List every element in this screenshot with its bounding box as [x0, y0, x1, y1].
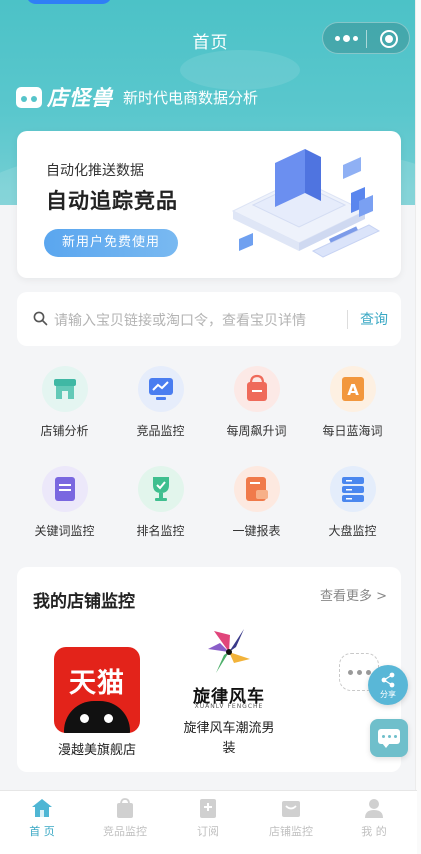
pinwheel-logo: 旋律风车 XUANLV FENGCHE — [184, 625, 274, 711]
bottom-tab-bar: 首 页 竞品监控 订阅 店铺监控 我 的 — [0, 790, 417, 854]
tmall-logo: 天猫 — [54, 647, 140, 733]
subscribe-icon — [200, 799, 216, 818]
banner-title: 自动追踪竞品 — [46, 189, 178, 213]
store-icon — [282, 801, 300, 817]
brand-logo-icon — [16, 84, 42, 110]
feature-label: 排名监控 — [136, 524, 185, 538]
shop-name: 旋律风车潮流男 装 — [183, 721, 275, 756]
tab-home[interactable]: 首 页 — [0, 791, 84, 854]
feature-daily-blue-ocean-words[interactable]: A 每日蓝海词 — [305, 366, 400, 439]
more-icon[interactable] — [335, 35, 358, 42]
share-label: 分享 — [380, 690, 396, 699]
feature-label: 大盘监控 — [328, 524, 377, 538]
chat-icon — [378, 729, 400, 748]
tab-competitor-monitor[interactable]: 竞品监控 — [83, 791, 167, 854]
report-icon — [233, 466, 280, 512]
tab-label: 订阅 — [197, 825, 219, 838]
edge-strip — [415, 0, 421, 854]
shop-icon — [41, 366, 88, 412]
tab-shop-monitor[interactable]: 店铺监控 — [249, 791, 333, 854]
search-input[interactable]: 请输入宝贝链接或淘口令，查看宝贝详情 — [54, 310, 306, 330]
letter-a-icon: A — [329, 366, 376, 412]
feature-label: 每周飙升词 — [226, 424, 287, 438]
promo-banner[interactable]: 自动化推送数据 自动追踪竞品 新用户免费使用 — [17, 131, 401, 278]
tab-label: 首 页 — [29, 825, 55, 838]
server-icon — [329, 466, 376, 512]
monitor-chart-icon — [137, 366, 184, 412]
search-bar[interactable]: 请输入宝贝链接或淘口令，查看宝贝详情 查询 — [17, 292, 401, 346]
bag-icon — [117, 798, 133, 818]
shop-name: 漫越美旗舰店 — [57, 743, 136, 758]
feature-one-click-report[interactable]: 一键报表 — [209, 466, 304, 539]
shopping-bag-icon — [233, 366, 280, 412]
isometric-dashboard-illustration — [231, 149, 381, 258]
feature-shop-analysis[interactable]: 店铺分析 — [17, 366, 112, 439]
svg-text:A: A — [347, 381, 359, 399]
feature-rank-monitor[interactable]: 排名监控 — [113, 466, 208, 539]
tab-label: 店铺监控 — [269, 825, 313, 838]
share-button[interactable]: 分享 — [368, 665, 408, 705]
feature-keyword-monitor[interactable]: 关键词监控 — [17, 466, 112, 539]
feature-market-monitor[interactable]: 大盘监控 — [305, 466, 400, 539]
book-icon — [41, 466, 88, 512]
user-icon — [365, 799, 383, 818]
feature-label: 店铺分析 — [40, 424, 89, 438]
banner-subtitle: 自动化推送数据 — [46, 163, 144, 179]
brand: 店怪兽 新时代电商数据分析 — [16, 82, 258, 112]
feature-competitor-monitor[interactable]: 竞品监控 — [113, 366, 208, 439]
feature-label: 每日蓝海词 — [322, 424, 383, 438]
section-title: 我的店铺监控 — [33, 592, 135, 612]
view-more-link[interactable]: 查看更多 > — [320, 585, 387, 604]
free-trial-button[interactable]: 新用户免费使用 — [44, 229, 178, 257]
feature-label: 一键报表 — [232, 524, 281, 538]
feature-label: 竞品监控 — [136, 424, 185, 438]
close-miniprogram-icon[interactable] — [380, 30, 398, 48]
brand-name: 店怪兽 — [47, 86, 113, 110]
search-icon — [33, 311, 48, 326]
miniprogram-capsule[interactable] — [322, 22, 410, 54]
query-button[interactable]: 查询 — [360, 309, 388, 329]
my-shop-monitor-card: 我的店铺监控 查看更多 > 天猫 漫越美旗舰店 旋律风车 XUANLV FENG… — [17, 567, 401, 772]
shop-item[interactable]: 天猫 漫越美旗舰店 — [47, 647, 147, 761]
status-indicator — [26, 0, 112, 4]
tab-profile[interactable]: 我 的 — [332, 791, 416, 854]
customer-service-button[interactable] — [370, 719, 408, 757]
capsule-divider — [366, 30, 367, 48]
shop-item[interactable]: 旋律风车 XUANLV FENGCHE 旋律风车潮流男 装 — [169, 625, 289, 759]
tab-label: 我 的 — [361, 825, 387, 838]
feature-weekly-rising-words[interactable]: 每周飙升词 — [209, 366, 304, 439]
home-icon — [32, 799, 52, 817]
feature-label: 关键词监控 — [34, 524, 95, 538]
tab-subscribe[interactable]: 订阅 — [166, 791, 250, 854]
search-divider — [347, 310, 348, 329]
tab-label: 竞品监控 — [103, 825, 147, 838]
brand-slogan: 新时代电商数据分析 — [123, 88, 259, 107]
trophy-icon — [137, 466, 184, 512]
share-icon — [381, 672, 395, 688]
